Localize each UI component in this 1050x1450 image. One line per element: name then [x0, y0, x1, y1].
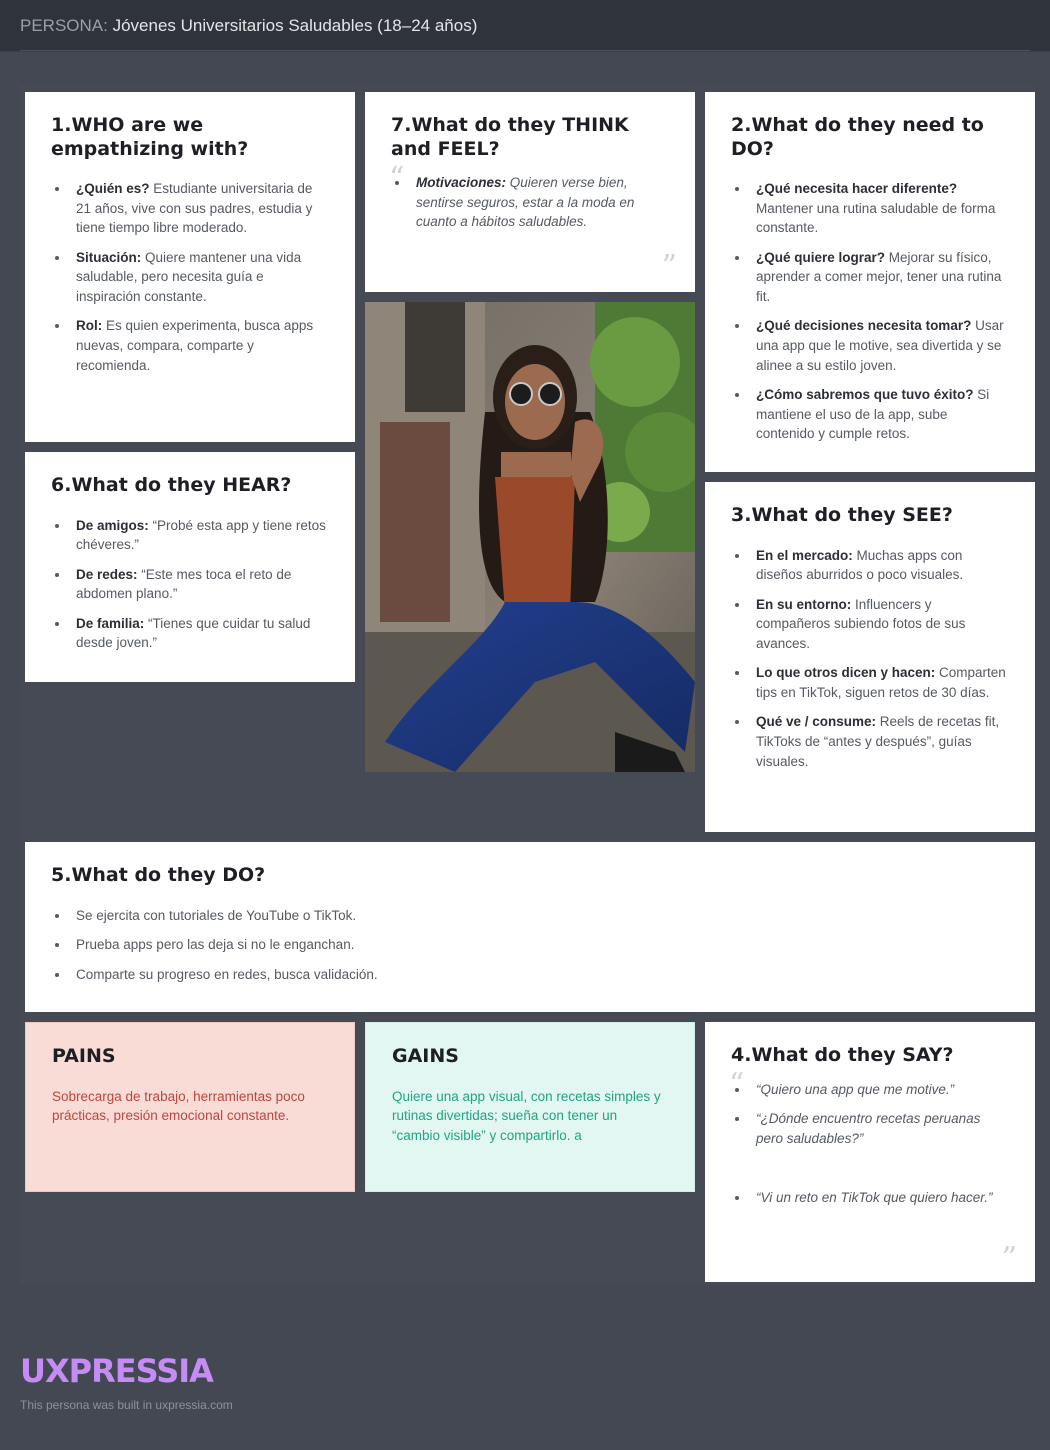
- list-item: ¿Qué quiere lograr? Mejorar su físico, a…: [731, 248, 1009, 307]
- list-item: Prueba apps pero las deja si no le engan…: [51, 935, 1009, 955]
- need-to-do-list: ¿Qué necesita hacer diferente? Mantener …: [731, 179, 1009, 444]
- uxpressia-logo[interactable]: UXPRESSIA: [20, 1352, 214, 1390]
- item-key: ¿Quién es?: [76, 181, 150, 197]
- item-key: En su entorno:: [756, 596, 852, 612]
- persona-title: PERSONA: Jóvenes Universitarios Saludabl…: [20, 16, 477, 36]
- item-key: De redes:: [76, 566, 138, 582]
- item-key: ¿Qué necesita hacer diferente?: [756, 181, 958, 197]
- list-item: Qué ve / consume: Reels de recetas fit, …: [731, 712, 1009, 771]
- hear-title: 6.What do they HEAR?: [51, 474, 292, 496]
- list-item: “Vi un reto en TikTok que quiero hacer.”: [731, 1188, 1009, 1208]
- who-title: 1.WHO are we empathizing with?: [51, 114, 249, 160]
- item-key: De familia:: [76, 615, 145, 631]
- list-item: Se ejercita con tutoriales de YouTube o …: [51, 906, 1009, 926]
- see-title: 3.What do they SEE?: [731, 504, 953, 526]
- list-item: En su entorno: Influencers y compañeros …: [731, 595, 1009, 654]
- item-text: Es quien experimenta, busca apps nuevas,…: [76, 318, 314, 373]
- hear-list: De amigos: “Probé esta app y tiene retos…: [51, 516, 329, 653]
- list-item: “¿Dónde encuentro recetas peruanas pero …: [731, 1109, 1009, 1148]
- footer-note: This persona was built in uxpressia.com: [20, 1398, 233, 1412]
- item-key: De amigos:: [76, 517, 149, 533]
- item-key: En el mercado:: [756, 547, 853, 563]
- list-item: Rol: Es quien experimenta, busca apps nu…: [51, 316, 329, 375]
- list-item: “Quiero una app que me motive.”: [731, 1080, 1009, 1100]
- pains-text: Sobrecarga de trabajo, herramientas poco…: [52, 1088, 305, 1124]
- list-item: Lo que otros dicen y hacen: Comparten ti…: [731, 663, 1009, 702]
- item-key: ¿Qué decisiones necesita tomar?: [756, 318, 972, 334]
- item-key: Rol:: [76, 318, 103, 334]
- item-key: ¿Cómo sabremos que tuvo éxito?: [756, 387, 974, 403]
- persona-label: PERSONA:: [20, 16, 108, 35]
- item-text: Mantener una rutina saludable de forma c…: [756, 200, 996, 236]
- see-list: En el mercado: Muchas apps con diseños a…: [731, 546, 1009, 772]
- gains-text: Quiere una app visual, con recetas simpl…: [392, 1088, 661, 1143]
- item-key: Situación:: [76, 249, 142, 265]
- item-key: ¿Qué quiere lograr?: [756, 249, 886, 265]
- item-key: Lo que otros dicen y hacen:: [756, 665, 936, 681]
- list-item: De amigos: “Probé esta app y tiene retos…: [51, 516, 329, 555]
- gains-card: GAINS Quiere una app visual, con recetas…: [365, 1022, 695, 1192]
- think-feel-list: Motivaciones: Quieren verse bien, sentir…: [391, 173, 669, 232]
- list-item: De familia: “Tienes que cuidar tu salud …: [51, 614, 329, 653]
- header-bar: PERSONA: Jóvenes Universitarios Saludabl…: [0, 0, 1050, 52]
- say-title: 4.What do they SAY?: [731, 1044, 954, 1066]
- list-item: ¿Qué necesita hacer diferente? Mantener …: [731, 179, 1009, 238]
- who-card: 1.WHO are we empathizing with? ¿Quién es…: [25, 92, 355, 442]
- close-quote-icon: ”: [1001, 1241, 1017, 1276]
- see-card: 3.What do they SEE? En el mercado: Mucha…: [705, 482, 1035, 832]
- list-item: Motivaciones: Quieren verse bien, sentir…: [391, 173, 669, 232]
- persona-photo: [365, 302, 695, 772]
- pains-title: PAINS: [52, 1045, 116, 1067]
- think-feel-card: 7.What do they THINK and FEEL? “ Motivac…: [365, 92, 695, 292]
- list-item: ¿Cómo sabremos que tuvo éxito? Si mantie…: [731, 385, 1009, 444]
- need-to-do-title: 2.What do they need to DO?: [731, 114, 984, 160]
- list-item: En el mercado: Muchas apps con diseños a…: [731, 546, 1009, 585]
- item-key: Qué ve / consume:: [756, 714, 877, 730]
- who-list: ¿Quién es? Estudiante universitaria de 2…: [51, 179, 329, 375]
- do-title: 5.What do they DO?: [51, 864, 266, 886]
- close-quote-icon: ”: [661, 249, 677, 284]
- list-item: De redes: “Este mes toca el reto de abdo…: [51, 565, 329, 604]
- hear-card: 6.What do they HEAR? De amigos: “Probé e…: [25, 452, 355, 682]
- do-card: 5.What do they DO? Se ejercita con tutor…: [25, 842, 1035, 1012]
- need-to-do-card: 2.What do they need to DO? ¿Qué necesita…: [705, 92, 1035, 472]
- say-card: 4.What do they SAY? “ “Quiero una app qu…: [705, 1022, 1035, 1282]
- gains-title: GAINS: [392, 1045, 459, 1067]
- header-divider: [20, 50, 1030, 51]
- list-item: ¿Quién es? Estudiante universitaria de 2…: [51, 179, 329, 238]
- say-list: “Quiero una app que me motive.” “¿Dónde …: [731, 1080, 1009, 1208]
- think-feel-title: 7.What do they THINK and FEEL?: [391, 114, 629, 160]
- list-item: Situación: Quiere mantener una vida salu…: [51, 248, 329, 307]
- list-item: Comparte su progreso en redes, busca val…: [51, 965, 1009, 985]
- item-key: Motivaciones:: [416, 175, 507, 191]
- do-list: Se ejercita con tutoriales de YouTube o …: [51, 906, 1009, 985]
- persona-photo-illustration: [365, 302, 695, 772]
- list-item: ¿Qué decisiones necesita tomar? Usar una…: [731, 316, 1009, 375]
- pains-card: PAINS Sobrecarga de trabajo, herramienta…: [25, 1022, 355, 1192]
- persona-name: Jóvenes Universitarios Saludables (18–24…: [112, 16, 478, 35]
